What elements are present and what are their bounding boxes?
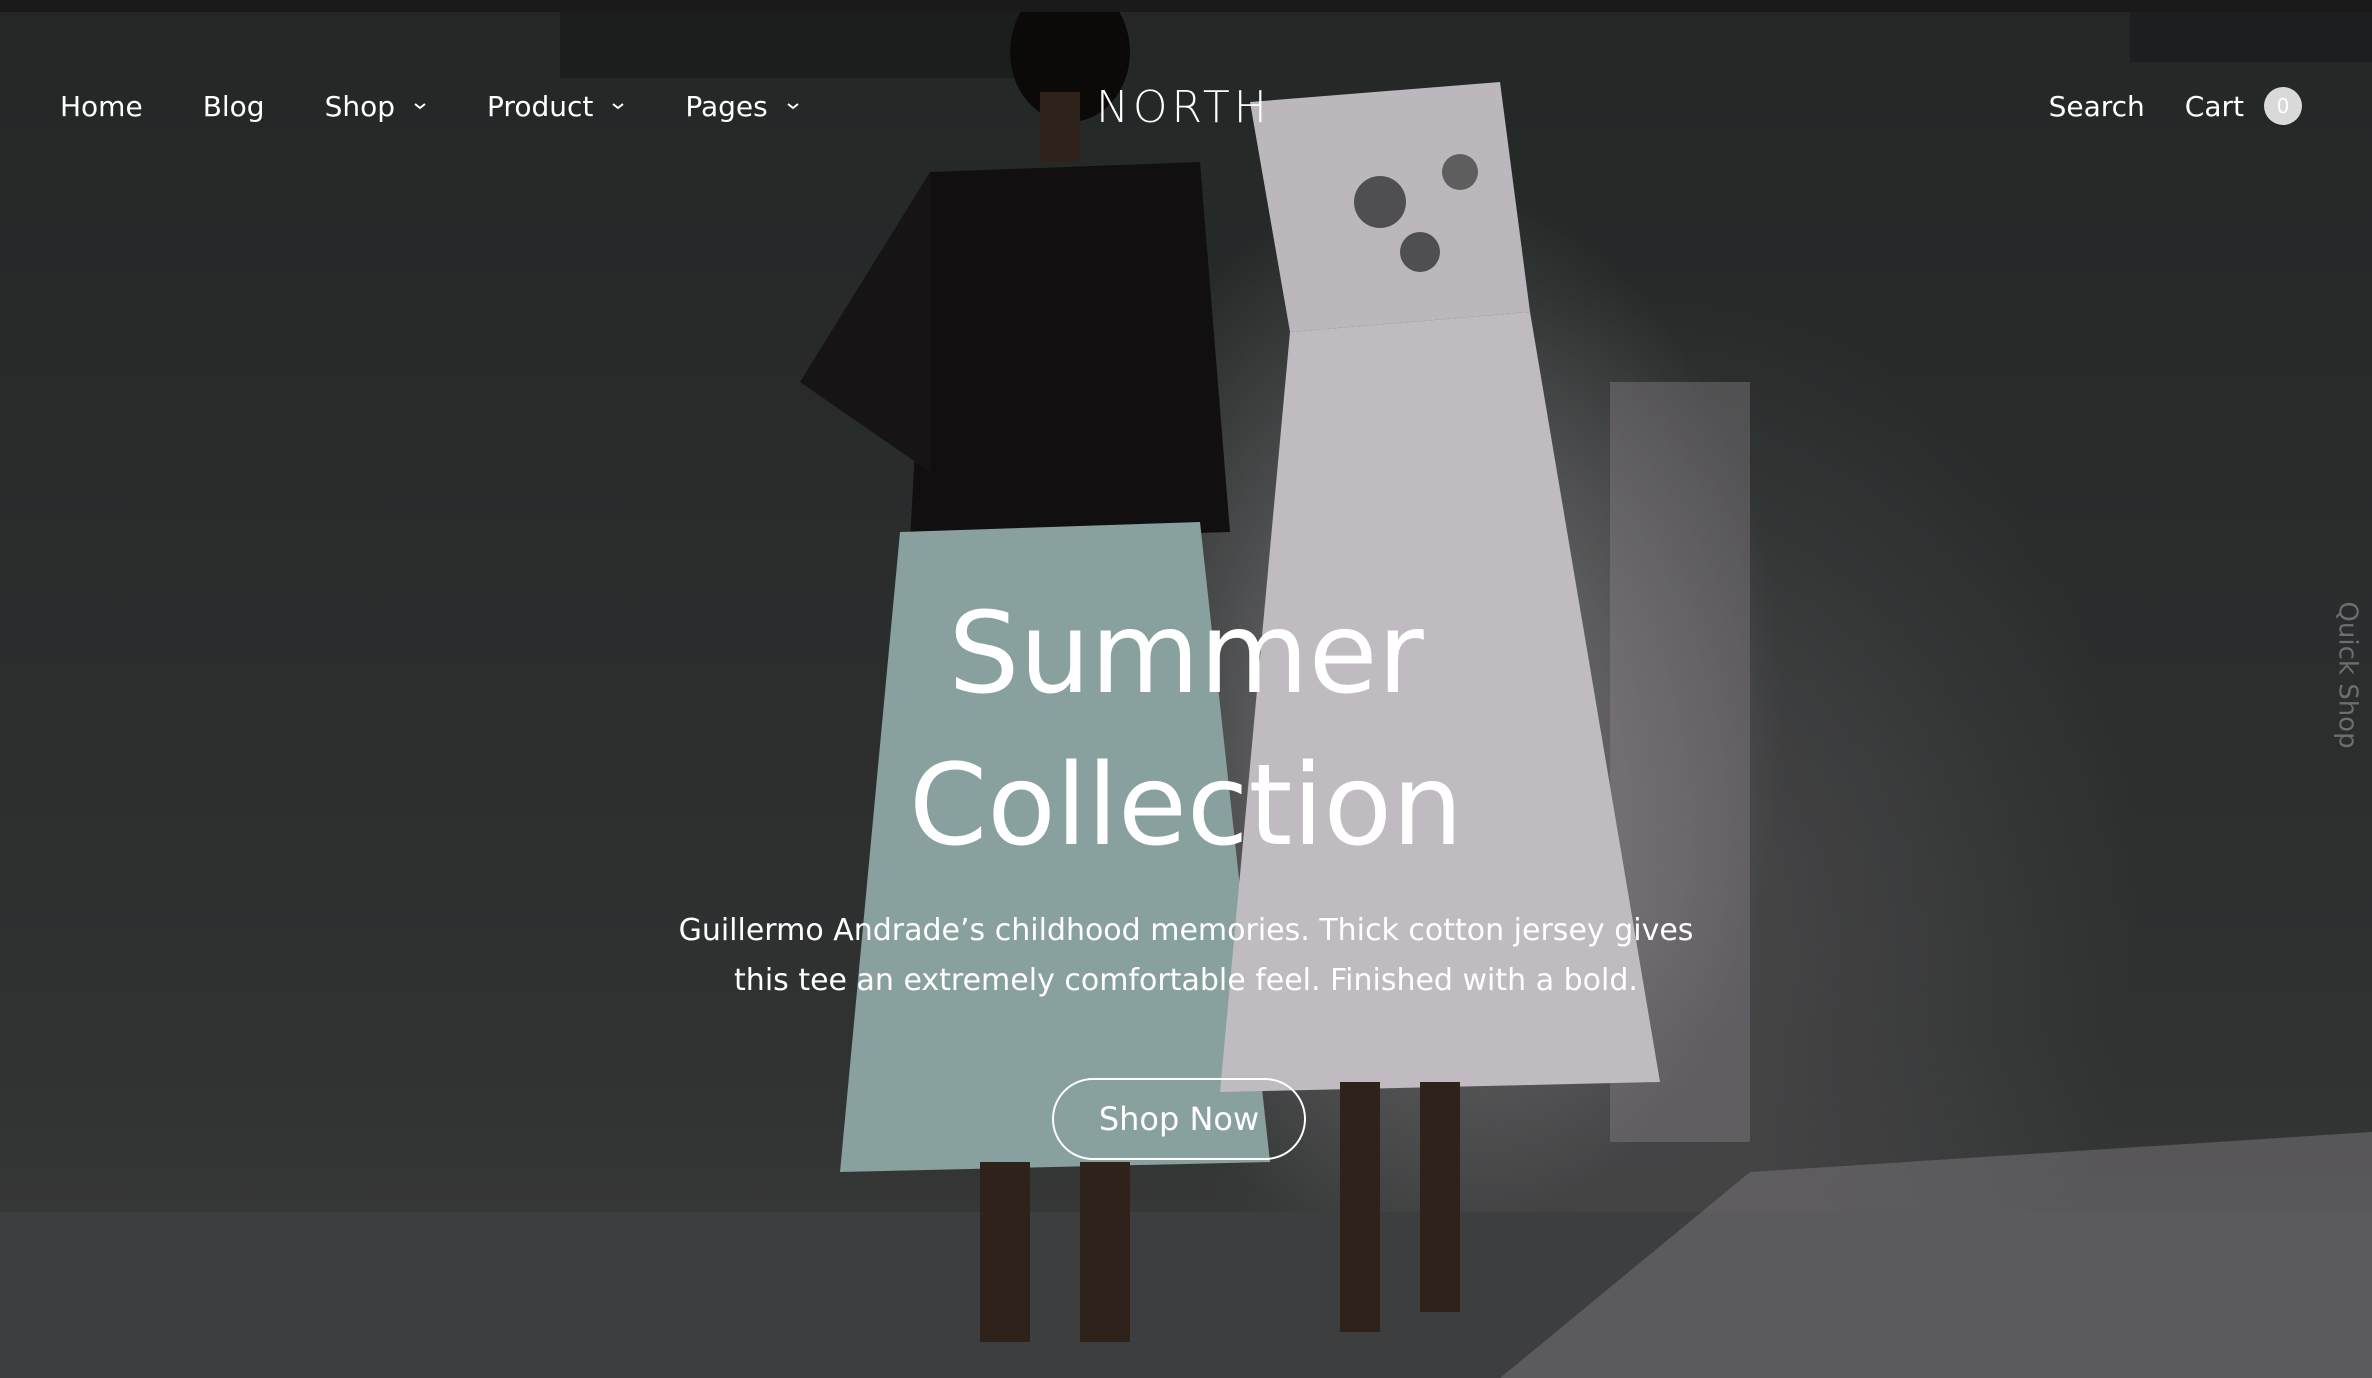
nav-product[interactable]: Product [487, 90, 625, 123]
search-link[interactable]: Search [2049, 90, 2145, 123]
nav-home-label: Home [60, 89, 143, 123]
nav-product-label: Product [487, 89, 594, 123]
hero-title: Summer Collection [686, 578, 1686, 882]
brand-logo[interactable]: NORTH [1096, 82, 1267, 133]
shop-now-button[interactable]: Shop Now [1052, 1078, 1306, 1160]
cart-count-badge[interactable]: 0 [2264, 87, 2302, 125]
hero-title-line1: Summer [948, 589, 1424, 719]
hero-title-line2: Collection [909, 741, 1463, 871]
hero-description-line1: Guillermo Andrade’s childhood memories. … [678, 913, 1694, 948]
nav-blog[interactable]: Blog [203, 90, 265, 123]
chevron-down-icon [787, 103, 799, 110]
nav-blog-label: Blog [202, 89, 265, 123]
main-nav: Home Blog Shop Product Pages [60, 84, 860, 128]
quick-shop-tab[interactable]: Quick Shop [2318, 580, 2372, 770]
top-bar [0, 0, 2372, 12]
hero-description: Guillermo Andrade’s childhood memories. … [636, 906, 1736, 1006]
header-actions: Search Cart 0 [2009, 84, 2302, 128]
chevron-down-icon [612, 103, 624, 110]
shop-now-label: Shop Now [1098, 1100, 1260, 1138]
hero-description-line2: this tee an extremely comfortable feel. … [734, 963, 1638, 998]
quick-shop-label: Quick Shop [2333, 601, 2363, 749]
nav-pages[interactable]: Pages [685, 90, 799, 123]
nav-shop[interactable]: Shop [325, 90, 427, 123]
nav-home[interactable]: Home [60, 90, 143, 123]
chevron-down-icon [414, 103, 426, 110]
nav-shop-label: Shop [324, 89, 396, 123]
cart-link[interactable]: Cart [2185, 90, 2244, 123]
nav-pages-label: Pages [685, 89, 768, 123]
